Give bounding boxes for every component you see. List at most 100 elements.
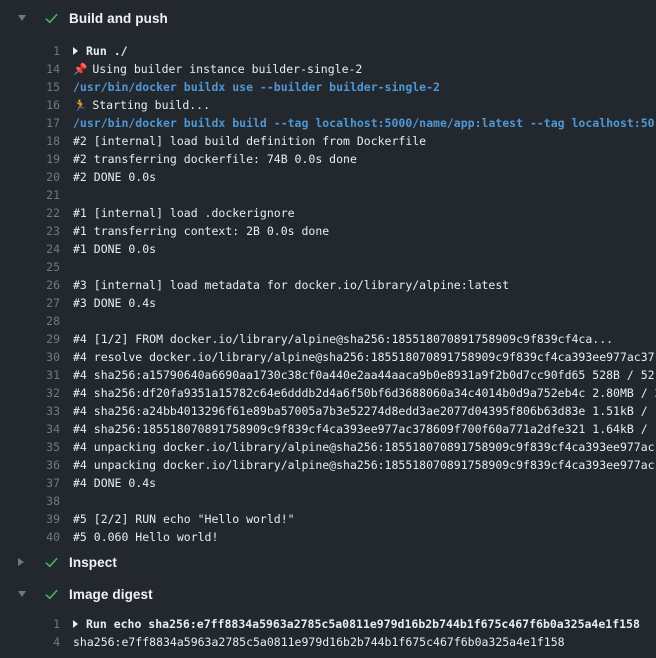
- log-line-text: #3 [internal] load metadata for docker.i…: [73, 276, 509, 294]
- chevron-down-icon[interactable]: [18, 591, 29, 597]
- run-expander-triangle-icon[interactable]: [73, 47, 78, 55]
- log-line: 18 #2 [internal] load build definition fr…: [0, 132, 656, 150]
- log-line-number[interactable]: 36: [0, 456, 60, 474]
- log-lines: 1 Run ./ 14 📌Using builder instance builder…: [0, 34, 656, 546]
- log-text: #2 [internal] load build definition from…: [73, 134, 426, 148]
- log-line-number[interactable]: 37: [0, 474, 60, 492]
- log-line-text: #1 DONE 0.0s: [73, 240, 156, 258]
- log-line: 17/usr/bin/docker buildx build --tag loc…: [0, 114, 656, 132]
- step-section-build-and-push: Build and push 1 Run ./ 14 📌Using builder in…: [0, 2, 656, 546]
- log-text: #2 DONE 0.0s: [73, 170, 156, 184]
- log-line-number[interactable]: 16: [0, 96, 60, 114]
- step-section-inspect: Inspect: [0, 546, 656, 578]
- section-title: Inspect: [69, 555, 117, 570]
- section-header-image-digest[interactable]: Image digest: [0, 578, 656, 610]
- run-expander-triangle-icon[interactable]: [73, 620, 78, 628]
- log-line-text: /usr/bin/docker buildx build --tag local…: [73, 114, 655, 132]
- log-line: 1 Run ./: [0, 42, 656, 60]
- chevron-triangle: [18, 15, 26, 21]
- log-line: 27#3 DONE 0.4s: [0, 294, 656, 312]
- log-line: 24 #1 DONE 0.0s: [0, 240, 656, 258]
- log-line-number[interactable]: 30: [0, 348, 60, 366]
- log-line: 1 Run echo sha256:e7ff8834a5963a2785c5a08…: [0, 615, 656, 633]
- log-line-text: #2 DONE 0.0s: [73, 168, 156, 186]
- log-text: Starting build...: [92, 98, 210, 112]
- log-line-text: #2 [internal] load build definition from…: [73, 132, 426, 150]
- log-line-number[interactable]: 17: [0, 114, 60, 132]
- log-text: #1 [internal] load .dockerignore: [73, 206, 295, 220]
- log-line-number[interactable]: 23: [0, 222, 60, 240]
- log-line-text: #4 sha256:a15790640a6690aa1730c38cf0a440…: [73, 366, 655, 384]
- log-text: Run echo sha256:e7ff8834a5963a2785c5a081…: [86, 617, 640, 631]
- log-text: #4 resolve docker.io/library/alpine@sha2…: [73, 350, 655, 364]
- log-line-number[interactable]: 1: [0, 615, 60, 633]
- log-line-number[interactable]: 27: [0, 294, 60, 312]
- workflow-log-viewer: Build and push1Run ./14📌Using builder in…: [0, 0, 656, 658]
- log-line-number[interactable]: 20: [0, 168, 60, 186]
- step-section-image-digest: Image digest 1 Run echo sha256:e7ff8834a59…: [0, 578, 656, 651]
- log-line-text: #2 transferring dockerfile: 74B 0.0s don…: [73, 150, 357, 168]
- log-line-text: #5 0.060 Hello world!: [73, 528, 218, 546]
- log-line-text: 📌Using builder instance builder-single-2: [73, 60, 362, 78]
- log-line-number[interactable]: 4: [0, 633, 60, 651]
- log-line: 21: [0, 186, 656, 204]
- log-text: /usr/bin/docker buildx build --tag local…: [73, 116, 655, 130]
- log-line: 28: [0, 312, 656, 330]
- chevron-down-icon[interactable]: [18, 15, 29, 21]
- log-line: 39#5 [2/2] RUN echo "Hello world!": [0, 510, 656, 528]
- log-line: 20 #2 DONE 0.0s: [0, 168, 656, 186]
- section-title: Build and push: [69, 11, 168, 26]
- log-line-number[interactable]: 26: [0, 276, 60, 294]
- log-line: 15/usr/bin/docker buildx use --builder b…: [0, 78, 656, 96]
- step-success-check-icon: [44, 11, 59, 26]
- log-line-number[interactable]: 14: [0, 60, 60, 78]
- log-text: Run ./: [86, 44, 128, 58]
- log-line: 34#4 sha256:185518070891758909c9f839cf4c…: [0, 420, 656, 438]
- log-line-number[interactable]: 22: [0, 204, 60, 222]
- log-line: 31 #4 sha256:a15790640a6690aa1730c38cf0a4…: [0, 366, 656, 384]
- log-line: 33 #4 sha256:a24bb4013296f61e89ba57005a7b…: [0, 402, 656, 420]
- log-line-number[interactable]: 28: [0, 312, 60, 330]
- log-line-number[interactable]: 39: [0, 510, 60, 528]
- log-text: #3 [internal] load metadata for docker.i…: [73, 278, 509, 292]
- section-header-inspect[interactable]: Inspect: [0, 546, 656, 578]
- log-line-text: #4 unpacking docker.io/library/alpine@sh…: [73, 456, 655, 474]
- chevron-triangle: [18, 591, 26, 597]
- log-line-number[interactable]: 38: [0, 492, 60, 510]
- log-line-number[interactable]: 32: [0, 384, 60, 402]
- log-line: 25: [0, 258, 656, 276]
- log-text: #4 sha256:a24bb4013296f61e89ba57005a7b3e…: [73, 404, 656, 418]
- log-text: #5 0.060 Hello world!: [73, 530, 218, 544]
- log-text: #4 sha256:df20fa9351a15782c64e6dddb2d4a6…: [73, 386, 656, 400]
- log-line-text: Run echo sha256:e7ff8834a5963a2785c5a081…: [73, 615, 640, 633]
- log-line-number[interactable]: 15: [0, 78, 60, 96]
- log-text: /usr/bin/docker buildx use --builder bui…: [73, 80, 440, 94]
- log-text: #4 unpacking docker.io/library/alpine@sh…: [73, 458, 655, 472]
- log-line-number[interactable]: 33: [0, 402, 60, 420]
- log-line-number[interactable]: 19: [0, 150, 60, 168]
- section-header-build-and-push[interactable]: Build and push: [0, 2, 656, 34]
- log-line: 40 #5 0.060 Hello world!: [0, 528, 656, 546]
- log-line-text: Run ./: [73, 42, 128, 60]
- log-line-text: /usr/bin/docker buildx use --builder bui…: [73, 78, 440, 96]
- log-text: #1 transferring context: 2B 0.0s done: [73, 224, 329, 238]
- chevron-right-icon[interactable]: [18, 558, 29, 566]
- section-title: Image digest: [69, 587, 153, 602]
- log-text: #4 sha256:a15790640a6690aa1730c38cf0a440…: [73, 368, 655, 382]
- log-text: #4 DONE 0.4s: [73, 476, 156, 490]
- log-line-number[interactable]: 40: [0, 528, 60, 546]
- log-line-number[interactable]: 18: [0, 132, 60, 150]
- log-line-text: #1 [internal] load .dockerignore: [73, 204, 295, 222]
- log-line-number[interactable]: 24: [0, 240, 60, 258]
- log-line-number[interactable]: 35: [0, 438, 60, 456]
- log-line-number[interactable]: 31: [0, 366, 60, 384]
- log-line-number[interactable]: 29: [0, 330, 60, 348]
- log-line-number[interactable]: 34: [0, 420, 60, 438]
- log-line-number[interactable]: 21: [0, 186, 60, 204]
- log-text: #4 unpacking docker.io/library/alpine@sh…: [73, 440, 655, 454]
- log-text: #4 [1/2] FROM docker.io/library/alpine@s…: [73, 332, 613, 346]
- log-line: 32 #4 sha256:df20fa9351a15782c64e6dddb2d4…: [0, 384, 656, 402]
- log-line-number[interactable]: 1: [0, 42, 60, 60]
- log-line-number[interactable]: 25: [0, 258, 60, 276]
- step-success-check-icon: [44, 587, 59, 602]
